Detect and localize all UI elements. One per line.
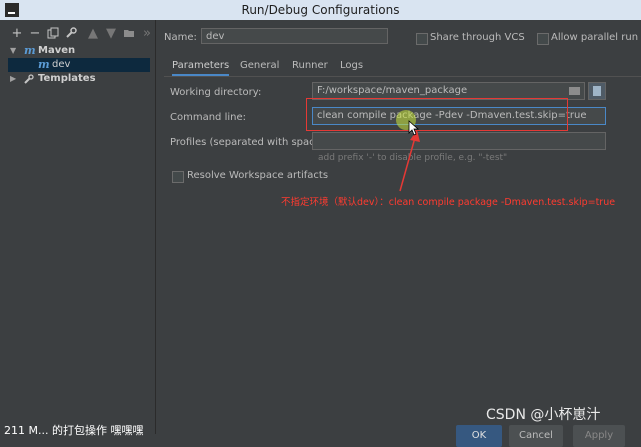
- tree-node-maven[interactable]: ▼ m Maven: [0, 44, 156, 58]
- profiles-field[interactable]: [312, 132, 606, 150]
- project-icon: [593, 86, 601, 96]
- working-directory-label: Working directory:: [170, 87, 262, 98]
- expand-arrow-icon[interactable]: ▼: [10, 44, 16, 58]
- share-vcs-label: Share through VCS: [430, 32, 525, 43]
- more-icon[interactable]: »: [140, 27, 154, 41]
- move-down-icon[interactable]: ▼: [104, 27, 118, 41]
- config-editor: Name: dev Share through VCS Allow parall…: [156, 20, 641, 447]
- command-line-label: Command line:: [170, 112, 246, 123]
- tab-divider: [164, 76, 641, 77]
- config-tree: ▼ m Maven m dev ▶ Templates: [0, 44, 156, 86]
- maven-config-icon: m: [38, 58, 50, 71]
- profiles-label: Profiles (separated with space):: [170, 137, 329, 148]
- annotation-text: 不指定环境（默认dev）：clean compile package -Dmav…: [281, 197, 616, 208]
- parallel-run-checkbox[interactable]: [537, 33, 549, 45]
- csdn-watermark: CSDN @小杯崽汁: [486, 407, 601, 423]
- name-label: Name:: [164, 32, 197, 43]
- wrench-icon[interactable]: [64, 27, 78, 41]
- tree-node-templates[interactable]: ▶ Templates: [0, 72, 156, 86]
- annotation-arrow-icon: [399, 130, 420, 192]
- apply-button[interactable]: Apply: [573, 425, 625, 447]
- add-icon[interactable]: +: [10, 27, 24, 41]
- wrench-templates-icon: [24, 74, 34, 84]
- name-input[interactable]: dev: [201, 28, 388, 44]
- config-tree-panel: + − ▲ ▼ » ▼ m Maven m dev ▶ Templates: [0, 20, 156, 434]
- browse-project-button[interactable]: [588, 82, 606, 100]
- tab-parameters[interactable]: Parameters: [172, 58, 230, 76]
- tree-node-dev[interactable]: m dev: [8, 58, 150, 72]
- working-directory-value: F:/workspace/maven_package: [317, 85, 468, 96]
- remove-icon[interactable]: −: [28, 27, 42, 41]
- tab-logs[interactable]: Logs: [340, 58, 363, 74]
- mouse-cursor-icon: [408, 120, 420, 136]
- tab-runner[interactable]: Runner: [292, 58, 328, 74]
- collapse-arrow-icon[interactable]: ▶: [10, 72, 16, 86]
- title-bar: Run/Debug Configurations: [0, 0, 641, 20]
- move-up-icon[interactable]: ▲: [86, 27, 100, 41]
- window-title: Run/Debug Configurations: [241, 3, 400, 17]
- tab-general[interactable]: General: [240, 58, 279, 74]
- tree-label-maven: Maven: [38, 45, 76, 56]
- folder-icon[interactable]: [569, 87, 580, 95]
- config-tabs: Parameters General Runner Logs: [164, 58, 641, 77]
- resolve-workspace-label: Resolve Workspace artifacts: [187, 170, 329, 181]
- tree-label-dev: dev: [52, 59, 71, 70]
- share-vcs-checkbox[interactable]: [416, 33, 428, 45]
- ok-button[interactable]: OK: [456, 425, 502, 447]
- copy-icon[interactable]: [46, 27, 60, 41]
- parallel-run-label: Allow parallel run: [551, 32, 639, 43]
- resolve-workspace-checkbox[interactable]: [172, 171, 184, 183]
- folder-icon[interactable]: [122, 27, 136, 41]
- tree-label-templates: Templates: [38, 73, 96, 84]
- taskbar-caption: 211 M... 的打包操作 嘿嘿嘿: [4, 424, 144, 437]
- config-toolbar: + − ▲ ▼ »: [0, 24, 156, 44]
- cancel-button[interactable]: Cancel: [509, 425, 563, 447]
- maven-icon: m: [24, 44, 36, 57]
